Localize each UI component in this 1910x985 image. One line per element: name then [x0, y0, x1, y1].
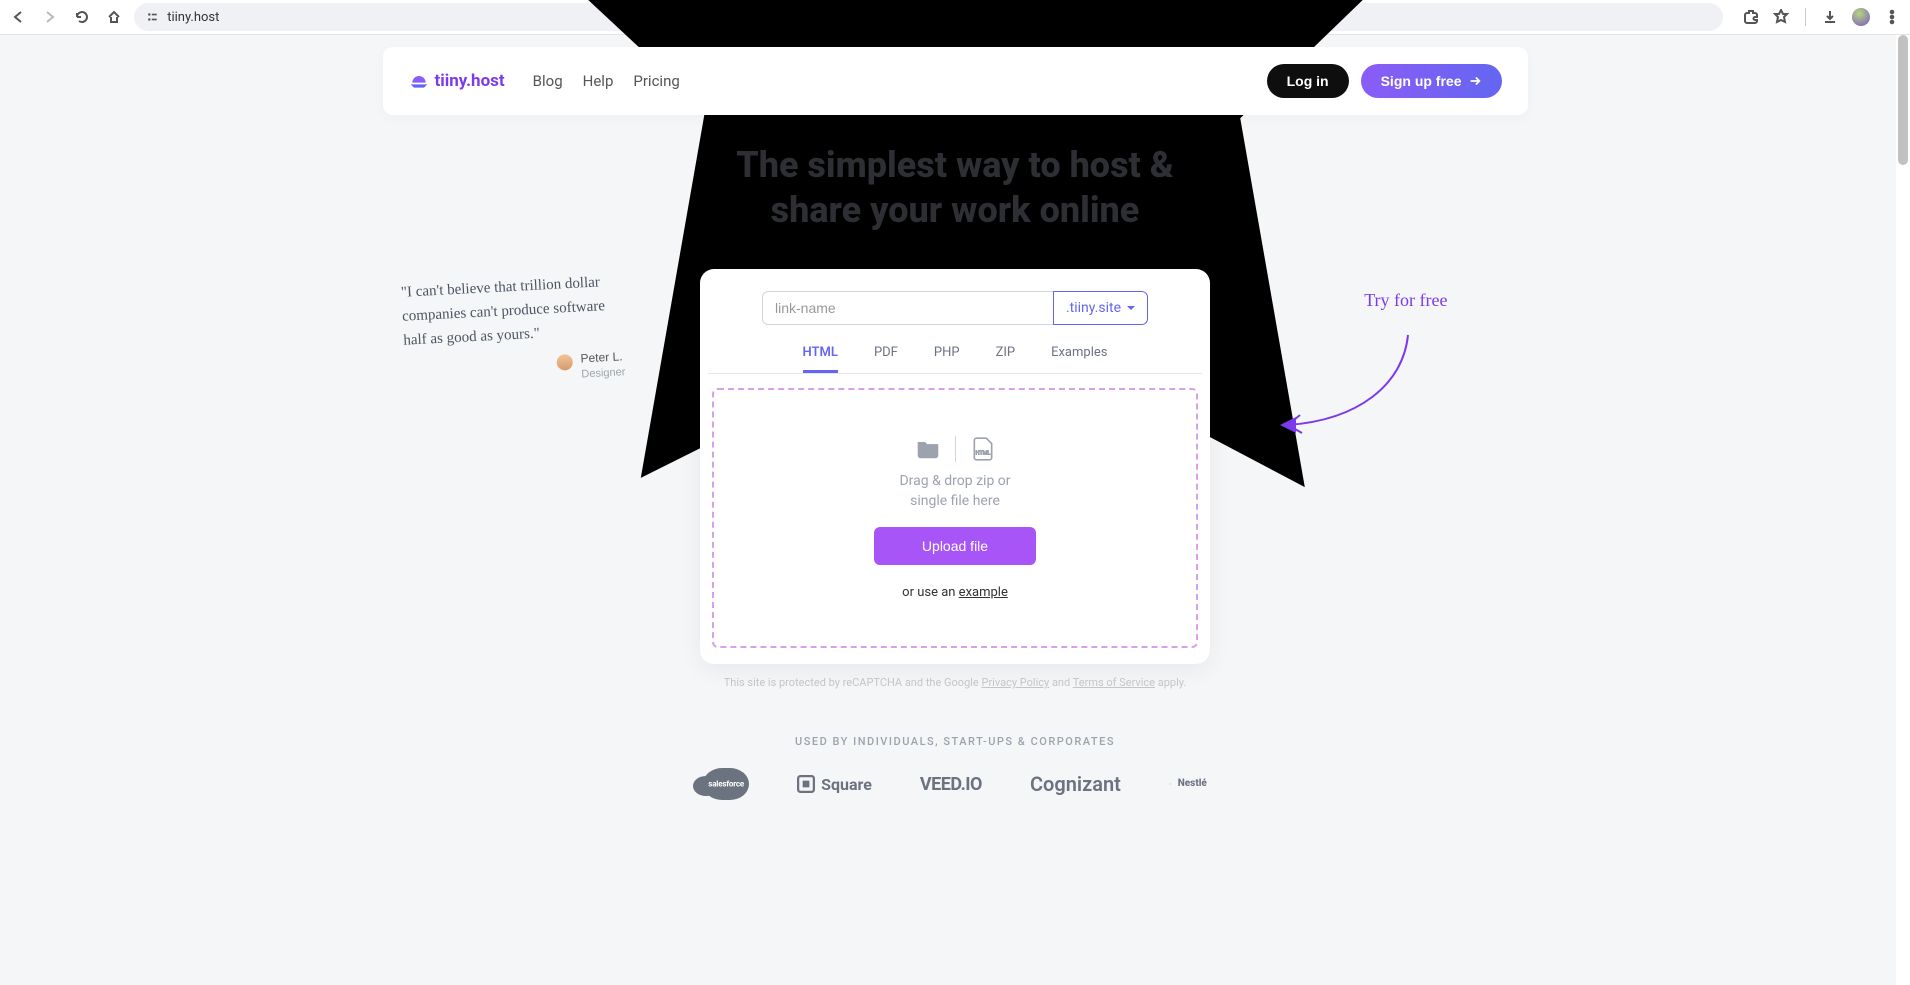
example-line: or use an example	[902, 585, 1008, 600]
hero: The simplest way to host & share your wo…	[193, 143, 1718, 233]
nav-pricing[interactable]: Pricing	[633, 72, 679, 90]
brand-nestle: Nestlé	[1169, 774, 1207, 794]
signup-button[interactable]: Sign up free	[1361, 64, 1502, 98]
dropzone[interactable]: HTML Drag & drop zip or single file here…	[712, 388, 1198, 648]
login-button[interactable]: Log in	[1267, 64, 1349, 98]
dropzone-text: Drag & drop zip or single file here	[899, 472, 1010, 511]
quote-avatar	[556, 354, 573, 371]
brand-veed: VEED.IO	[920, 774, 982, 795]
svg-text:HTML: HTML	[975, 450, 990, 456]
tab-html[interactable]: HTML	[803, 345, 838, 373]
example-link[interactable]: example	[959, 585, 1008, 600]
upload-card: .tiiny.site HTML PDF PHP ZIP Examples HT…	[700, 269, 1210, 664]
home-icon[interactable]	[106, 9, 122, 25]
extension-pin-icon[interactable]	[1773, 9, 1789, 25]
nestle-icon	[1169, 774, 1172, 794]
square-icon	[797, 775, 815, 793]
reload-icon[interactable]	[74, 9, 90, 25]
tab-zip[interactable]: ZIP	[996, 345, 1016, 373]
logo-icon	[409, 71, 429, 91]
hero-title: The simplest way to host & share your wo…	[193, 143, 1718, 233]
logo[interactable]: tiiny.host	[409, 71, 505, 91]
site-navbar: tiiny.host Blog Help Pricing Log in Sign…	[383, 47, 1528, 115]
chevron-down-icon	[1127, 304, 1135, 312]
brand-square: Square	[797, 775, 872, 794]
url-text: tiiny.host	[167, 10, 219, 25]
scrollbar-thumb[interactable]	[1898, 35, 1908, 165]
privacy-link[interactable]: Privacy Policy	[982, 676, 1050, 689]
profile-avatar[interactable]	[1852, 8, 1870, 26]
terms-link[interactable]: Terms of Service	[1073, 676, 1155, 689]
testimonial-quote: "I can't believe that trillion dollar co…	[400, 269, 625, 390]
forward-icon[interactable]	[42, 9, 58, 25]
brand-salesforce	[703, 768, 749, 800]
try-free-annotation: Try for free	[1364, 290, 1447, 311]
site-controls-icon	[146, 10, 159, 24]
file-html-icon: HTML	[970, 436, 996, 462]
tab-php[interactable]: PHP	[934, 345, 960, 373]
tab-pdf[interactable]: PDF	[874, 345, 898, 373]
try-free-arrow-icon	[1268, 325, 1418, 445]
used-by-section: USED BY INDIVIDUALS, START-UPS & CORPORA…	[193, 735, 1718, 800]
logo-text: tiiny.host	[435, 71, 505, 91]
used-by-label: USED BY INDIVIDUALS, START-UPS & CORPORA…	[193, 735, 1718, 748]
folder-zip-icon	[915, 436, 941, 462]
scrollbar[interactable]	[1896, 35, 1910, 985]
browser-chrome: tiiny.host	[0, 0, 1910, 35]
domain-dropdown[interactable]: .tiiny.site	[1053, 291, 1148, 325]
menu-dots-icon[interactable]	[1884, 9, 1900, 25]
quote-author-name: Peter L.	[580, 349, 625, 367]
tab-examples[interactable]: Examples	[1051, 345, 1107, 373]
brand-cognizant: Cognizant	[1030, 772, 1121, 796]
nav-help[interactable]: Help	[583, 72, 614, 90]
quote-author-role: Designer	[581, 365, 626, 382]
arrow-right-icon	[1468, 74, 1482, 88]
upload-tabs: HTML PDF PHP ZIP Examples	[708, 345, 1202, 374]
link-name-input[interactable]	[762, 291, 1053, 325]
back-icon[interactable]	[10, 9, 26, 25]
recaptcha-note: This site is protected by reCAPTCHA and …	[193, 676, 1718, 689]
extensions-icon[interactable]	[1743, 9, 1759, 25]
address-bar[interactable]: tiiny.host	[134, 3, 1723, 31]
upload-file-button[interactable]: Upload file	[874, 527, 1036, 565]
nav-blog[interactable]: Blog	[533, 72, 563, 90]
downloads-icon[interactable]	[1822, 9, 1838, 25]
